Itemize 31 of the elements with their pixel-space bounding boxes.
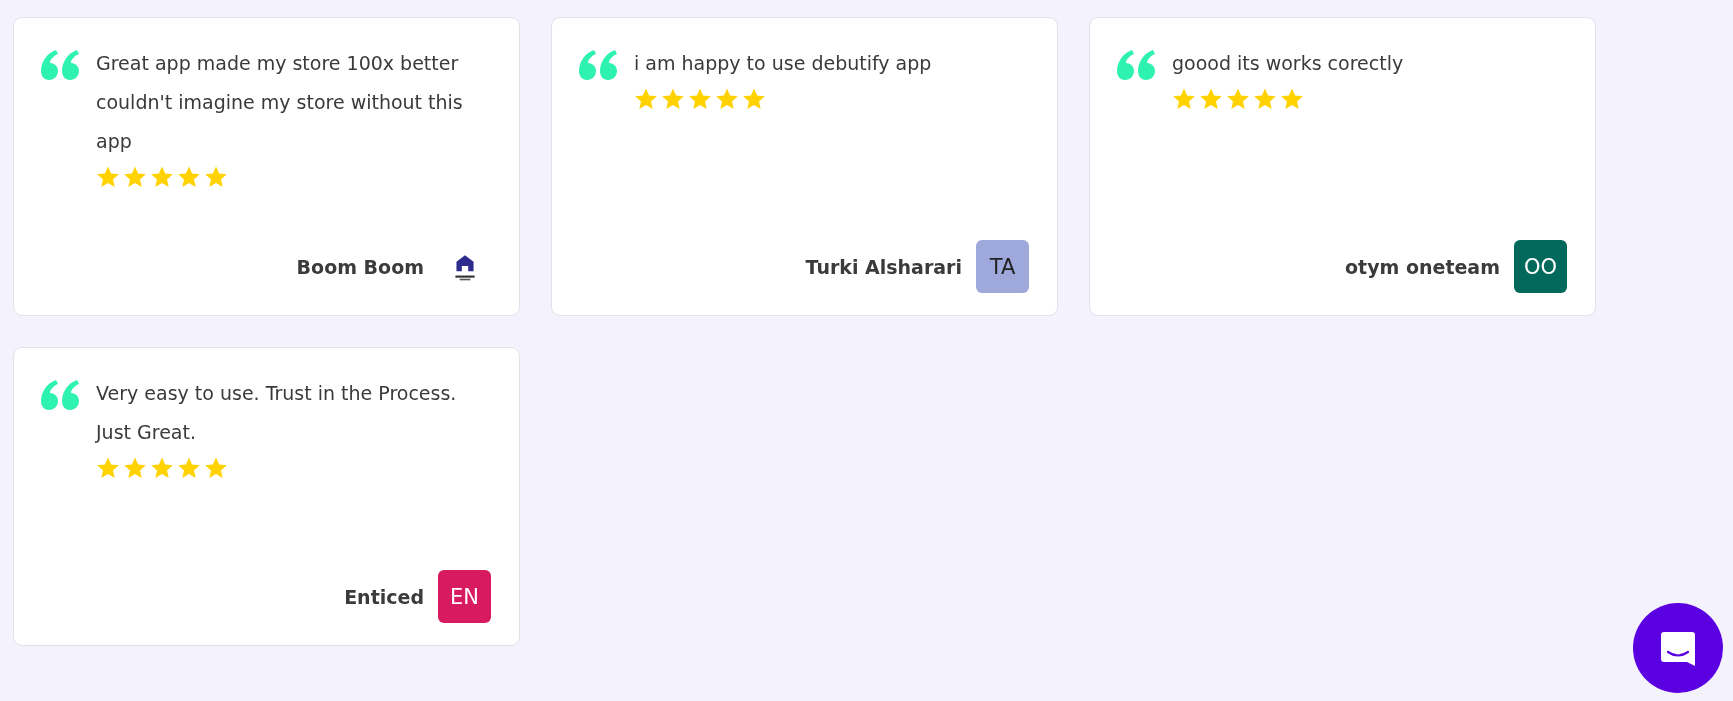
star-icon — [1280, 87, 1304, 111]
author-name: Turki Alsharari — [805, 255, 962, 278]
star-icon — [123, 456, 147, 480]
review-text: i am happy to use debutify app — [634, 51, 933, 76]
avatar-initials: EN — [438, 570, 491, 623]
star-icon — [204, 456, 228, 480]
star-icon — [661, 87, 685, 111]
author-name: Enticed — [344, 585, 424, 608]
star-icon — [1199, 87, 1223, 111]
star-icon — [96, 165, 120, 189]
star-icon — [204, 165, 228, 189]
star-icon — [150, 456, 174, 480]
author-name: otym oneteam — [1345, 255, 1500, 278]
avatar-initials: TA — [976, 240, 1029, 293]
star-icon — [742, 87, 766, 111]
review-text: Very easy to use. Trust in the Process. Just Great. — [96, 381, 458, 445]
star-icon — [177, 165, 201, 189]
star-icon — [1253, 87, 1277, 111]
author-name: Boom Boom — [296, 255, 424, 278]
star-icon — [96, 456, 120, 480]
avatar-initials: OO — [1514, 240, 1567, 293]
star-icon — [123, 165, 147, 189]
star-icon — [177, 456, 201, 480]
star-icon — [634, 87, 658, 111]
star-icon — [1226, 87, 1250, 111]
review-text: goood its works corectly — [1172, 51, 1405, 76]
review-text: Great app made my store 100x better couldn't imagine my store without this app — [96, 51, 464, 154]
star-icon — [1172, 87, 1196, 111]
star-icon — [150, 165, 174, 189]
star-icon — [688, 87, 712, 111]
star-icon — [715, 87, 739, 111]
